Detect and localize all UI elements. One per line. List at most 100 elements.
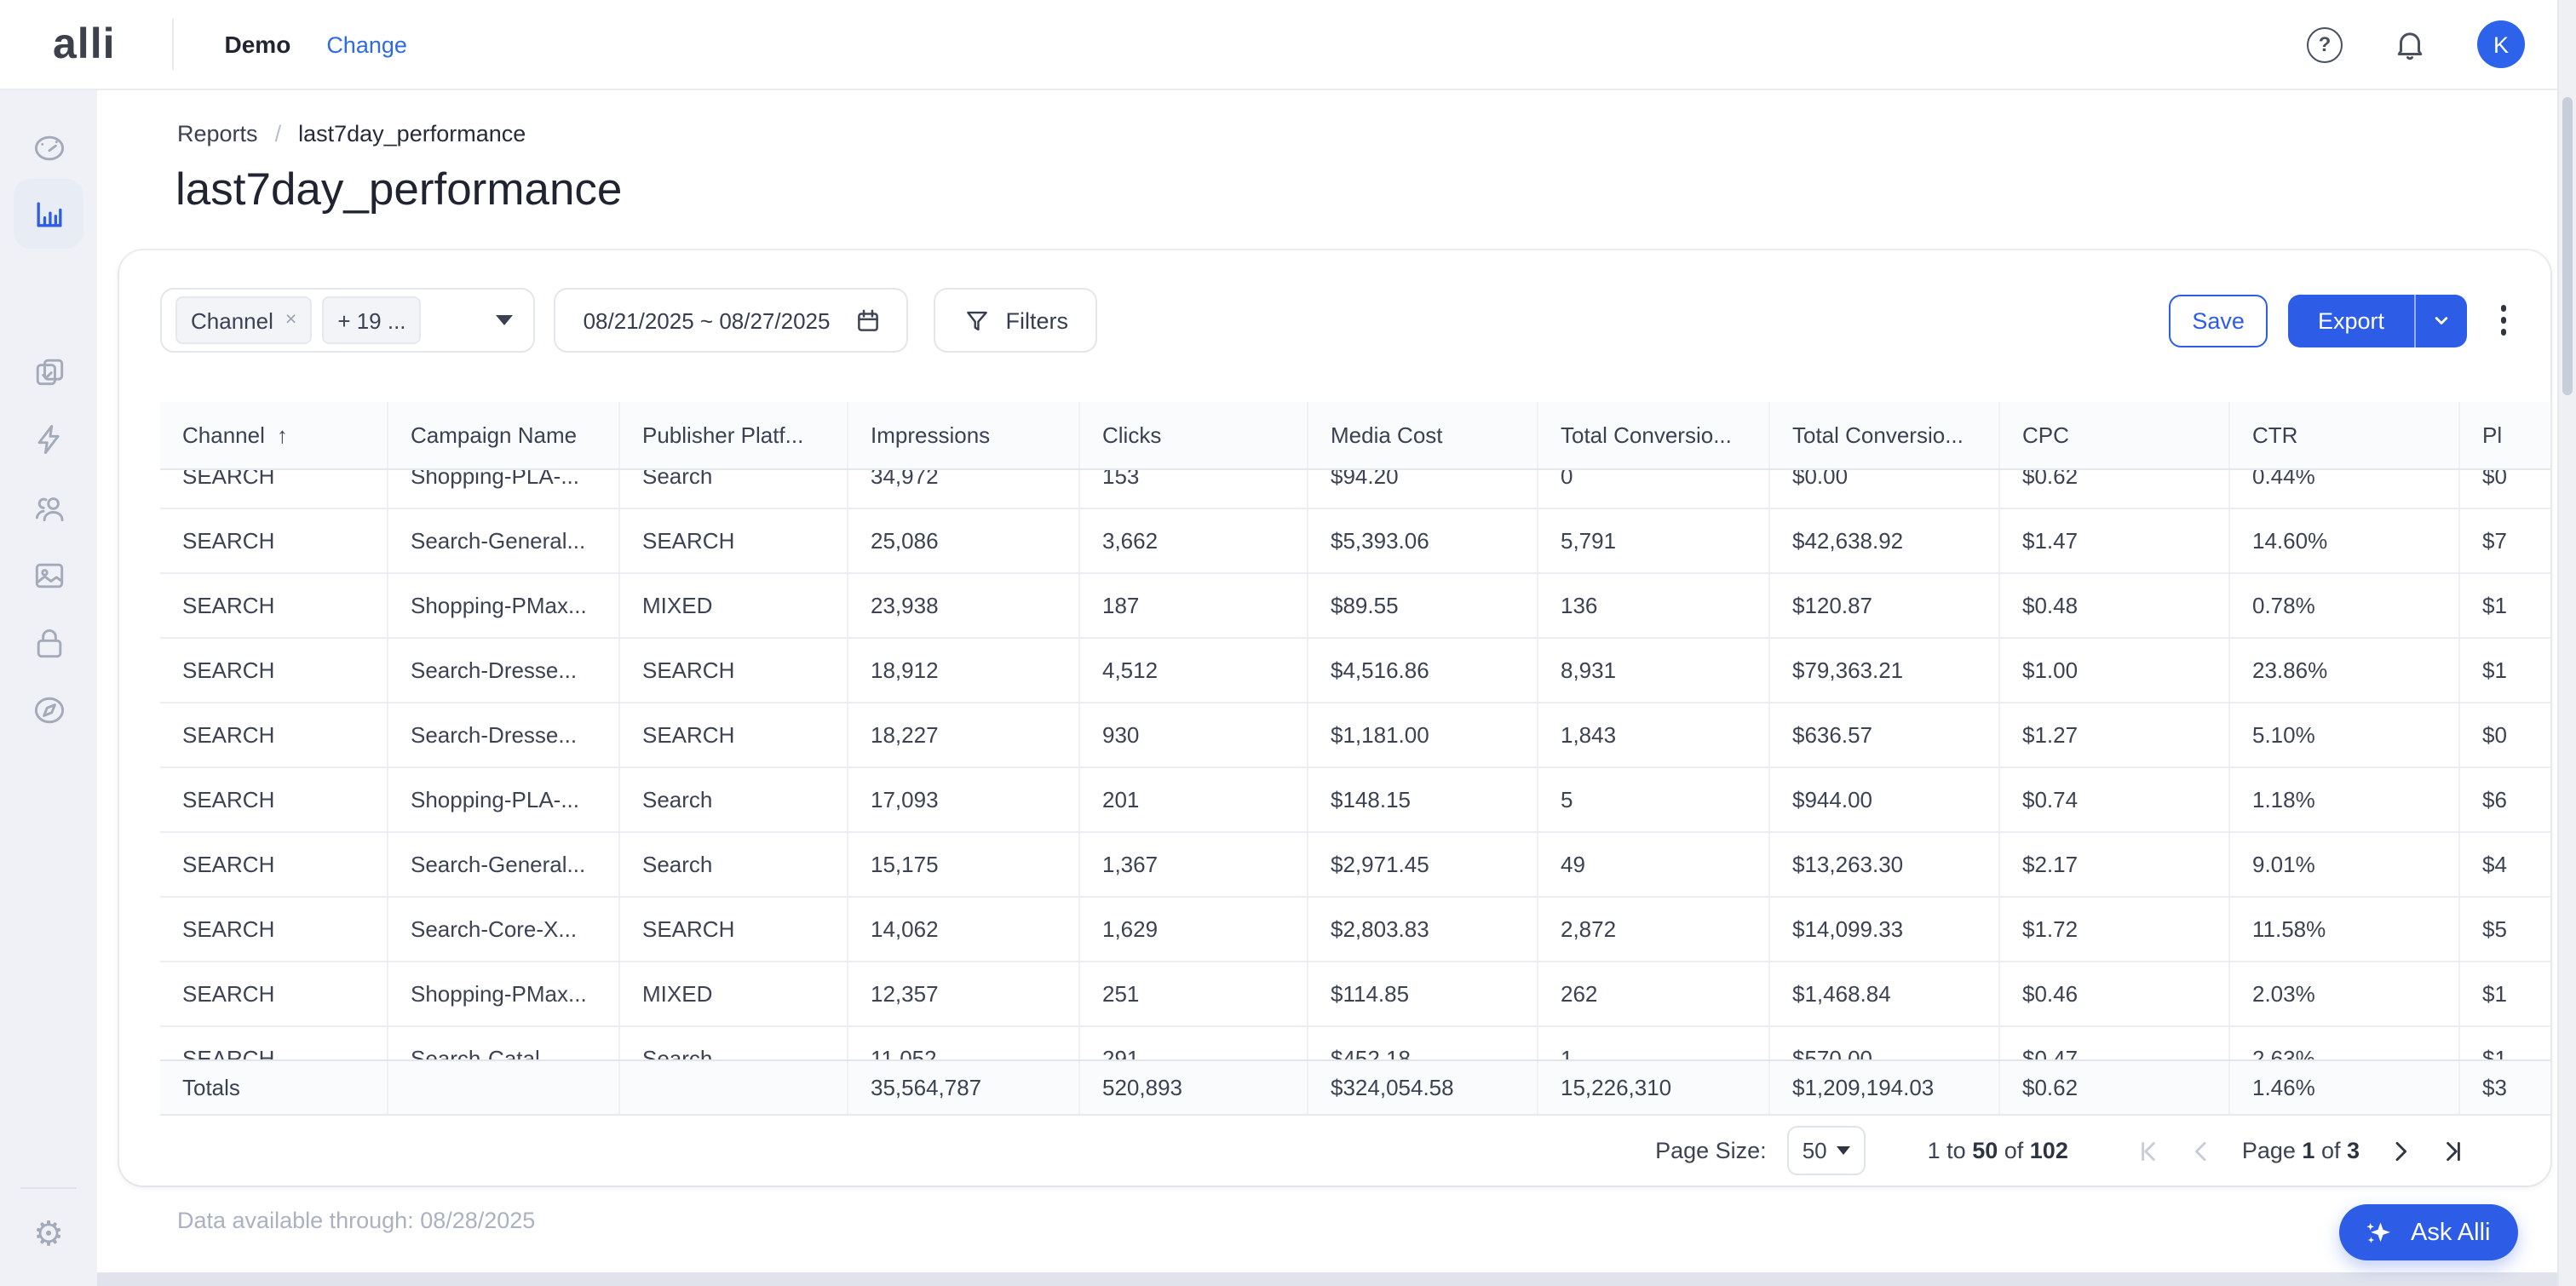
cell-publisher-platform: SEARCH <box>620 639 848 702</box>
cell-impressions: 23,938 <box>848 574 1080 637</box>
sidebar-item-shopping[interactable] <box>0 610 97 678</box>
window-scrollbar-track <box>2557 0 2576 1286</box>
cell-impressions: 11,052 <box>848 1027 1080 1059</box>
next-page-icon[interactable] <box>2382 1132 2419 1169</box>
sidebar-item-creative[interactable] <box>0 542 97 610</box>
column-header-channel[interactable]: Channel ↑ <box>160 402 388 468</box>
cell-publisher-platform: Search <box>620 833 848 896</box>
window-scrollbar-thumb[interactable] <box>2562 97 2573 395</box>
data-availability-note: Data available through: 08/28/2025 <box>177 1208 535 1233</box>
cell-campaign-name: Search-Catal... <box>388 1027 620 1059</box>
sidebar-item-automation[interactable] <box>0 405 97 474</box>
cell-impressions: 12,357 <box>848 962 1080 1025</box>
cell-media-cost: $5,393.06 <box>1308 509 1538 572</box>
cell-ctr: 0.44% <box>2230 470 2460 508</box>
cell-channel: SEARCH <box>160 509 388 572</box>
column-header-ctr[interactable]: CTR <box>2230 402 2460 468</box>
table-body: SEARCH Shopping-PLA-... Search 34,972 15… <box>160 470 2550 1059</box>
help-icon[interactable]: ? <box>2307 26 2343 62</box>
cell-clipped: $6 <box>2460 768 2550 831</box>
column-header-cpc[interactable]: CPC <box>2000 402 2230 468</box>
column-header-clicks[interactable]: Clicks <box>1080 402 1308 468</box>
cell-cpc: $0.46 <box>2000 962 2230 1025</box>
cell-channel: SEARCH <box>160 898 388 961</box>
cell-media-cost: $4,516.86 <box>1308 639 1538 702</box>
cell-campaign-name: Shopping-PLA-... <box>388 470 620 508</box>
cell-clicks: 1,629 <box>1080 898 1308 961</box>
last-page-icon[interactable] <box>2435 1132 2472 1169</box>
cell-clipped: $7 <box>2460 509 2550 572</box>
column-header-impressions[interactable]: Impressions <box>848 402 1080 468</box>
table-header-row: Channel ↑ Campaign Name Publisher Platf.… <box>160 402 2550 470</box>
column-header-campaign-name[interactable]: Campaign Name <box>388 402 620 468</box>
previous-page-icon[interactable] <box>2182 1132 2220 1169</box>
change-workspace-link[interactable]: Change <box>326 32 407 57</box>
chevron-down-icon[interactable] <box>497 315 514 325</box>
chip-remove-icon[interactable]: × <box>285 310 296 330</box>
export-chevron-down-icon[interactable] <box>2413 294 2466 347</box>
date-range-input[interactable]: 08/21/2025 ~ 08/27/2025 <box>555 288 909 353</box>
cell-publisher-platform: MIXED <box>620 962 848 1025</box>
column-header-media-cost[interactable]: Media Cost <box>1308 402 1538 468</box>
cell-total-conversion-value: $944.00 <box>1770 768 2000 831</box>
cell-campaign-name: Search-Core-X... <box>388 898 620 961</box>
cell-ctr: 14.60% <box>2230 509 2460 572</box>
sidebar-item-dashboard[interactable] <box>0 114 97 182</box>
totals-impressions: 35,564,787 <box>848 1061 1080 1114</box>
cell-publisher-platform: Search <box>620 470 848 508</box>
calendar-icon[interactable] <box>854 306 883 335</box>
ask-alli-button[interactable]: Ask Alli <box>2339 1204 2518 1260</box>
page-title: last7day_performance <box>175 164 622 216</box>
cell-total-conversions: 49 <box>1538 833 1770 896</box>
app-window: alli Demo Change ? K <box>0 0 2576 1286</box>
cell-clicks: 291 <box>1080 1027 1308 1059</box>
notification-bell-icon[interactable] <box>2392 26 2428 62</box>
column-header-publisher-platform[interactable]: Publisher Platf... <box>620 402 848 468</box>
cell-cpc: $0.74 <box>2000 768 2230 831</box>
columns-multiselect[interactable]: Channel × + 19 ... <box>160 288 536 353</box>
cell-ctr: 0.78% <box>2230 574 2460 637</box>
sort-ascending-icon[interactable]: ↑ <box>277 422 288 448</box>
save-button[interactable]: Save <box>2168 294 2268 347</box>
page-size-label: Page Size: <box>1655 1138 1767 1163</box>
filter-chip-more[interactable]: + 19 ... <box>322 296 421 344</box>
sidebar-divider <box>20 1187 77 1189</box>
ask-alli-label: Ask Alli <box>2411 1219 2491 1246</box>
cell-ctr: 5.10% <box>2230 703 2460 766</box>
sidebar-item-reports[interactable] <box>14 179 83 249</box>
cell-ctr: 2.63% <box>2230 1027 2460 1059</box>
cell-publisher-platform: MIXED <box>620 574 848 637</box>
page-size-select[interactable]: 50 <box>1787 1126 1866 1175</box>
cell-clicks: 153 <box>1080 470 1308 508</box>
user-avatar[interactable]: K <box>2477 20 2525 68</box>
cell-publisher-platform: SEARCH <box>620 703 848 766</box>
cell-campaign-name: Shopping-PMax... <box>388 574 620 637</box>
first-page-icon[interactable] <box>2130 1132 2167 1169</box>
sidebar-item-tasks[interactable] <box>0 337 97 405</box>
cell-ctr: 11.58% <box>2230 898 2460 961</box>
sidebar-item-settings[interactable]: ⚙ <box>0 1201 97 1269</box>
cell-cpc: $0.48 <box>2000 574 2230 637</box>
cell-campaign-name: Search-Dresse... <box>388 703 620 766</box>
more-options-kebab-icon[interactable] <box>2493 299 2513 342</box>
column-header-clipped[interactable]: Pl <box>2460 402 2550 468</box>
row-range-text: 1 to 50 of 102 <box>1928 1138 2068 1163</box>
cell-total-conversions: 0 <box>1538 470 1770 508</box>
filter-chip-channel[interactable]: Channel × <box>175 296 312 344</box>
data-grid: Channel ↑ Campaign Name Publisher Platf.… <box>160 402 2550 1116</box>
cell-channel: SEARCH <box>160 574 388 637</box>
cell-total-conversions: 262 <box>1538 962 1770 1025</box>
column-header-total-conversion-value[interactable]: Total Conversio... <box>1770 402 2000 468</box>
breadcrumb-reports[interactable]: Reports <box>177 121 258 146</box>
filters-button[interactable]: Filters <box>934 288 1097 353</box>
breadcrumb-separator: / <box>275 121 282 146</box>
cell-cpc: $2.17 <box>2000 833 2230 896</box>
sidebar-item-explore[interactable] <box>0 676 97 744</box>
totals-media-cost: $324,054.58 <box>1308 1061 1538 1114</box>
sidebar-item-audiences[interactable] <box>0 474 97 542</box>
workspace-name: Demo <box>225 31 291 58</box>
export-button[interactable]: Export <box>2289 294 2413 347</box>
column-header-total-conversions[interactable]: Total Conversio... <box>1538 402 1770 468</box>
topbar-divider <box>172 19 174 70</box>
cell-cpc: $0.47 <box>2000 1027 2230 1059</box>
